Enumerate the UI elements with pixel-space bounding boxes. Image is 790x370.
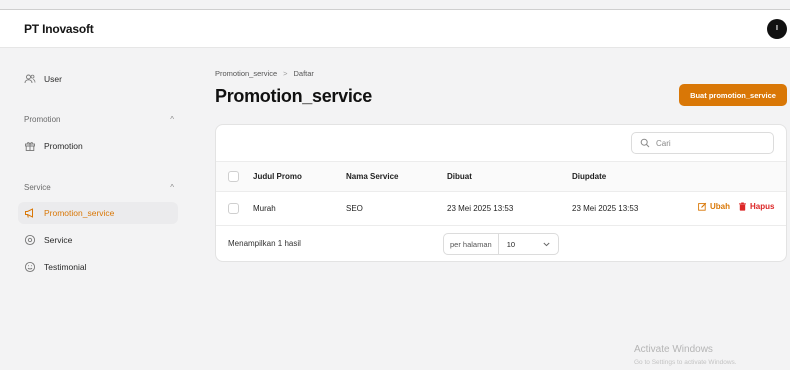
top-bar: PT Inovasoft I bbox=[0, 10, 790, 48]
search-placeholder: Cari bbox=[656, 138, 671, 148]
edit-label: Ubah bbox=[710, 202, 730, 211]
search-icon bbox=[640, 138, 650, 148]
column-header-dibuat[interactable]: Dibuat bbox=[447, 162, 472, 191]
breadcrumb-current: Daftar bbox=[293, 69, 314, 78]
row-checkbox[interactable] bbox=[228, 203, 239, 214]
divider bbox=[216, 225, 786, 226]
sidebar-item-label: Promotion_service bbox=[44, 208, 115, 218]
column-header-diupdate[interactable]: Diupdate bbox=[572, 162, 606, 191]
chevron-up-icon: ^ bbox=[170, 183, 174, 192]
per-page-select[interactable]: per halaman 10 bbox=[443, 233, 559, 255]
sidebar-item-label: Promotion bbox=[44, 141, 83, 151]
chevron-down-icon bbox=[543, 240, 558, 249]
edit-icon bbox=[698, 202, 707, 211]
sidebar-item-promotion-service[interactable]: Promotion_service bbox=[18, 202, 178, 224]
sidebar: User Promotion ^ Promotion Service ^ Pro… bbox=[0, 49, 190, 370]
sidebar-item-label: Testimonial bbox=[44, 262, 87, 272]
trash-icon bbox=[739, 202, 746, 211]
row-actions: Ubah Hapus bbox=[698, 202, 774, 211]
sidebar-item-label: Service bbox=[44, 235, 73, 245]
chevron-up-icon: ^ bbox=[170, 115, 174, 124]
cell-service: SEO bbox=[346, 204, 363, 213]
create-promotion-service-button[interactable]: Buat promotion_service bbox=[679, 84, 787, 106]
sidebar-item-user[interactable]: User bbox=[18, 68, 178, 90]
windows-activation-title: Activate Windows bbox=[634, 344, 713, 355]
breadcrumb: Promotion_service > Daftar bbox=[215, 69, 314, 78]
table-card: Cari Judul Promo Nama Service Dibuat Diu… bbox=[215, 124, 787, 262]
cell-judul: Murah bbox=[253, 204, 276, 213]
per-page-label: per halaman bbox=[444, 234, 499, 254]
column-header-judul[interactable]: Judul Promo bbox=[253, 162, 302, 191]
megaphone-icon bbox=[24, 207, 36, 219]
divider bbox=[216, 191, 786, 192]
delete-label: Hapus bbox=[750, 202, 775, 211]
users-icon bbox=[24, 73, 36, 85]
breadcrumb-link[interactable]: Promotion_service bbox=[215, 69, 277, 78]
group-label: Promotion bbox=[24, 115, 61, 124]
brand-title: PT Inovasoft bbox=[24, 22, 94, 36]
cell-diupdate: 23 Mei 2025 13:53 bbox=[572, 204, 639, 213]
search-input[interactable]: Cari bbox=[631, 132, 774, 154]
sidebar-item-promotion[interactable]: Promotion bbox=[18, 135, 178, 157]
cell-dibuat: 23 Mei 2025 13:53 bbox=[447, 204, 514, 213]
table-header: Judul Promo Nama Service Dibuat Diupdate bbox=[216, 162, 786, 191]
group-label: Service bbox=[24, 183, 51, 192]
group-service[interactable]: Service ^ bbox=[24, 183, 174, 192]
select-all-checkbox[interactable] bbox=[228, 171, 239, 182]
page-title: Promotion_service bbox=[215, 86, 372, 106]
results-summary: Menampilkan 1 hasil bbox=[228, 239, 301, 248]
group-promotion[interactable]: Promotion ^ bbox=[24, 115, 174, 124]
sidebar-item-testimonial[interactable]: Testimonial bbox=[18, 256, 178, 278]
avatar[interactable]: I bbox=[767, 19, 787, 39]
settings-icon bbox=[24, 234, 36, 246]
column-header-service[interactable]: Nama Service bbox=[346, 162, 398, 191]
sidebar-item-service[interactable]: Service bbox=[18, 229, 178, 251]
windows-activation-subtitle: Go to Settings to activate Windows. bbox=[634, 359, 737, 366]
smile-icon bbox=[24, 261, 36, 273]
edit-button[interactable]: Ubah bbox=[698, 202, 730, 211]
per-page-value: 10 bbox=[506, 239, 516, 249]
sidebar-item-label: User bbox=[44, 74, 62, 84]
delete-button[interactable]: Hapus bbox=[738, 202, 774, 211]
gift-icon bbox=[24, 140, 36, 152]
breadcrumb-separator: > bbox=[283, 69, 288, 78]
